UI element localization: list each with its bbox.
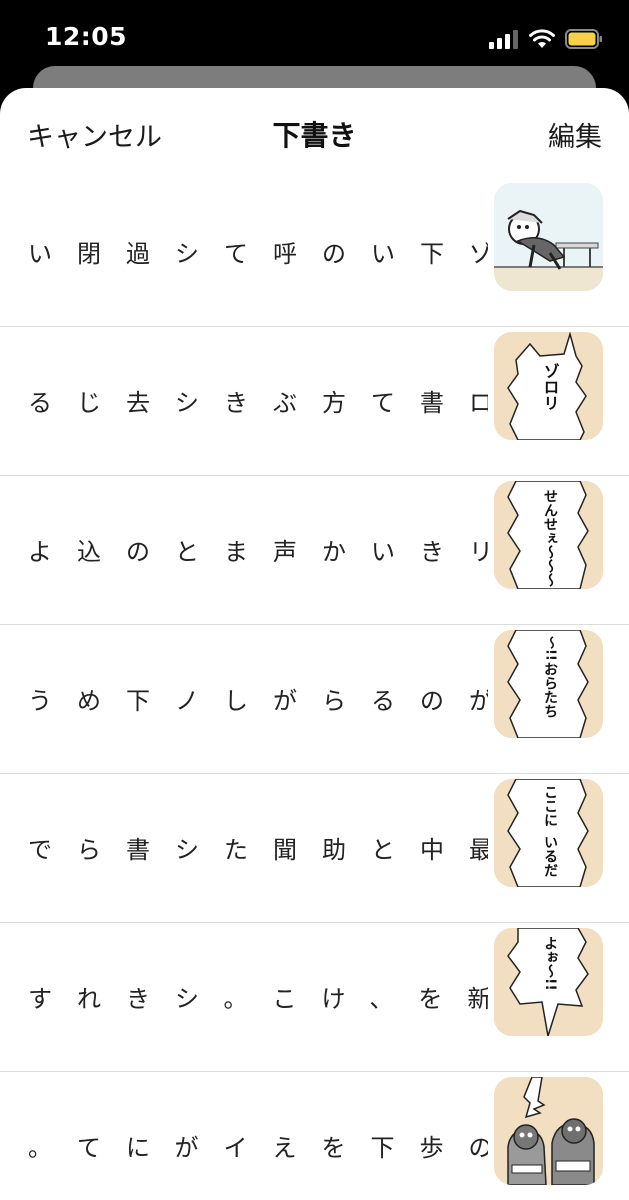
draft-text: うめ下ノしがらるのが <box>28 687 488 715</box>
status-icons <box>489 27 603 51</box>
draft-row[interactable]: すれきシ。こけ、を新 よぉ〜!! <box>0 923 629 1072</box>
status-time: 12:05 <box>45 22 128 51</box>
speech-bubble-image: よぉ〜!! <box>494 928 603 1036</box>
bubble-caption: おらたち <box>542 662 558 718</box>
manga-characters-image <box>494 1077 603 1185</box>
draft-text: るじ去シきぶ方て書ロ <box>28 389 488 417</box>
drafts-sheet: キャンセル 下書き 編集 い閉過シて呼のい下ゾ るじ去シきぶ方て書ロ ゾロリ よ… <box>0 88 629 1200</box>
draft-text: よ込のとま声かいきリ <box>28 538 488 566</box>
draft-text: い閉過シて呼のい下ゾ <box>28 240 488 268</box>
draft-thumbnail: 〜!! おらたち <box>494 630 603 738</box>
draft-thumbnail: よぉ〜!! <box>494 928 603 1036</box>
battery-icon <box>565 29 602 49</box>
draft-thumbnail <box>494 183 603 291</box>
wifi-icon <box>529 29 555 48</box>
drafts-list: い閉過シて呼のい下ゾ るじ去シきぶ方て書ロ ゾロリ よ込のとま声かいきリ せんせ… <box>0 178 629 1200</box>
draft-thumbnail: せんせぇ〜〜〜 <box>494 481 603 589</box>
bubble-caption-exclaim: 〜!! <box>543 635 558 660</box>
draft-row[interactable]: よ込のとま声かいきリ せんせぇ〜〜〜 <box>0 476 629 625</box>
bubble-caption: せんせぇ〜〜〜 <box>542 489 558 588</box>
draft-row[interactable]: るじ去シきぶ方て書ロ ゾロリ <box>0 327 629 476</box>
draft-row[interactable]: 。てにがイえを下歩の <box>0 1072 629 1200</box>
draft-row[interactable]: うめ下ノしがらるのが 〜!! おらたち <box>0 625 629 774</box>
draft-row[interactable]: い閉過シて呼のい下ゾ <box>0 178 629 327</box>
bubble-caption-line2: いるだ <box>542 835 558 877</box>
navigation-bar: キャンセル 下書き 編集 <box>0 88 629 178</box>
cellular-signal-icon <box>489 30 518 49</box>
cancel-button[interactable]: キャンセル <box>27 115 162 154</box>
speech-bubble-image: ここに いるだ <box>494 779 603 887</box>
draft-text: でら書シた聞助と中最 <box>28 836 488 864</box>
edit-button[interactable]: 編集 <box>548 115 602 154</box>
draft-thumbnail <box>494 1077 603 1185</box>
speech-bubble-image: せんせぇ〜〜〜 <box>494 481 603 589</box>
bubble-caption: ここに <box>542 785 558 827</box>
speech-bubble-image: 〜!! おらたち <box>494 630 603 738</box>
draft-text: 。てにがイえを下歩の <box>28 1134 488 1162</box>
bubble-caption: ゾロリ <box>541 363 560 411</box>
bubble-caption: よぉ〜!! <box>542 936 558 991</box>
draft-thumbnail: ここに いるだ <box>494 779 603 887</box>
manga-illustration-image <box>494 183 603 291</box>
speech-bubble-image: ゾロリ <box>494 332 603 440</box>
draft-text: すれきシ。こけ、を新 <box>28 985 488 1013</box>
draft-row[interactable]: でら書シた聞助と中最 ここに いるだ <box>0 774 629 923</box>
draft-thumbnail: ゾロリ <box>494 332 603 440</box>
